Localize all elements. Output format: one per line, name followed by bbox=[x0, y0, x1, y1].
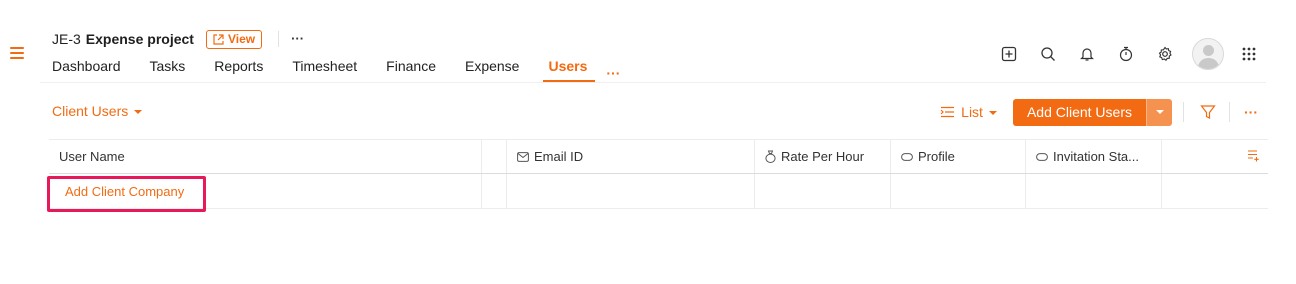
filter-icon[interactable] bbox=[1198, 102, 1218, 122]
add-client-users-button-group: Add Client Users bbox=[1012, 98, 1172, 126]
money-bag-icon bbox=[765, 150, 776, 163]
add-client-users-dropdown[interactable] bbox=[1146, 98, 1172, 126]
invitation-status-cell bbox=[1026, 174, 1162, 208]
tab-expense[interactable]: Expense bbox=[465, 56, 519, 82]
column-header-label: Rate Per Hour bbox=[781, 149, 865, 164]
tab-tasks[interactable]: Tasks bbox=[150, 56, 186, 82]
column-header-invitation-status[interactable]: Invitation Sta... bbox=[1026, 140, 1162, 173]
column-header-rate-per-hour[interactable]: Rate Per Hour bbox=[755, 140, 891, 173]
list-view-dropdown[interactable]: List bbox=[940, 104, 997, 120]
column-header-user-name[interactable]: User Name bbox=[49, 140, 482, 173]
toolbar-more-button[interactable]: ··· bbox=[1244, 104, 1258, 120]
divider bbox=[1229, 102, 1230, 122]
avatar[interactable] bbox=[1192, 38, 1224, 70]
list-view-icon bbox=[940, 106, 955, 118]
timer-icon[interactable] bbox=[1117, 45, 1135, 63]
bell-icon[interactable] bbox=[1078, 45, 1096, 63]
chevron-down-icon bbox=[988, 111, 997, 115]
tab-finance[interactable]: Finance bbox=[386, 56, 436, 82]
external-view-icon bbox=[213, 33, 224, 45]
column-header-spacer bbox=[482, 140, 507, 173]
project-tabs: Dashboard Tasks Reports Timesheet Financ… bbox=[52, 56, 620, 82]
column-header-label: Invitation Sta... bbox=[1053, 149, 1139, 164]
tag-icon bbox=[1036, 152, 1048, 161]
column-settings-cell bbox=[1162, 140, 1268, 173]
chevron-down-icon bbox=[134, 110, 143, 114]
apps-grid-icon[interactable] bbox=[1240, 45, 1258, 63]
divider bbox=[278, 31, 280, 47]
global-toolbar bbox=[979, 38, 1258, 70]
column-header-label: Profile bbox=[918, 149, 955, 164]
client-users-table: User Name Email ID Rate Per Hour Profile bbox=[49, 139, 1268, 209]
avatar-head bbox=[1203, 45, 1214, 56]
avatar-body bbox=[1198, 58, 1219, 69]
tab-users[interactable]: Users bbox=[543, 56, 596, 82]
tab-dashboard[interactable]: Dashboard bbox=[52, 56, 121, 82]
list-view-label: List bbox=[961, 104, 983, 120]
tab-reports[interactable]: Reports bbox=[214, 56, 263, 82]
view-button-label: View bbox=[227, 32, 256, 46]
user-name-cell: Add Client Company bbox=[49, 174, 482, 208]
project-header: JE-3 Expense project View ··· bbox=[52, 29, 304, 49]
column-header-profile[interactable]: Profile bbox=[891, 140, 1026, 173]
project-id: JE-3 bbox=[52, 31, 81, 47]
table-header-row: User Name Email ID Rate Per Hour Profile bbox=[49, 139, 1268, 174]
column-settings-icon[interactable] bbox=[1247, 149, 1260, 165]
add-client-company-link[interactable]: Add Client Company bbox=[65, 184, 184, 199]
tabs-more-button[interactable]: ··· bbox=[606, 64, 620, 82]
column-header-email-id[interactable]: Email ID bbox=[507, 140, 755, 173]
tag-icon bbox=[901, 152, 913, 161]
project-more-button[interactable]: ··· bbox=[291, 32, 304, 45]
column-header-label: Email ID bbox=[534, 149, 584, 164]
add-client-users-button[interactable]: Add Client Users bbox=[1012, 98, 1146, 126]
table-row: Add Client Company bbox=[49, 174, 1268, 209]
search-icon[interactable] bbox=[1039, 45, 1057, 63]
users-toolbar: List Add Client Users ··· bbox=[940, 98, 1258, 126]
chevron-down-icon bbox=[1155, 110, 1164, 114]
gear-icon[interactable] bbox=[1156, 45, 1174, 63]
header-divider bbox=[40, 82, 1266, 83]
client-users-label: Client Users bbox=[52, 103, 129, 119]
profile-cell bbox=[891, 174, 1026, 208]
add-icon[interactable] bbox=[1000, 45, 1018, 63]
view-button[interactable]: View bbox=[205, 29, 263, 49]
divider bbox=[1183, 102, 1184, 122]
row-spacer-cell bbox=[482, 174, 507, 208]
column-header-label: User Name bbox=[59, 149, 125, 164]
email-cell bbox=[507, 174, 755, 208]
row-end-cell bbox=[1162, 174, 1268, 208]
client-users-dropdown[interactable]: Client Users bbox=[52, 103, 143, 119]
menu-hamburger-icon[interactable] bbox=[10, 47, 24, 59]
rate-cell bbox=[755, 174, 891, 208]
tab-timesheet[interactable]: Timesheet bbox=[292, 56, 357, 82]
mail-icon bbox=[517, 151, 529, 162]
project-name: Expense project bbox=[85, 31, 194, 47]
